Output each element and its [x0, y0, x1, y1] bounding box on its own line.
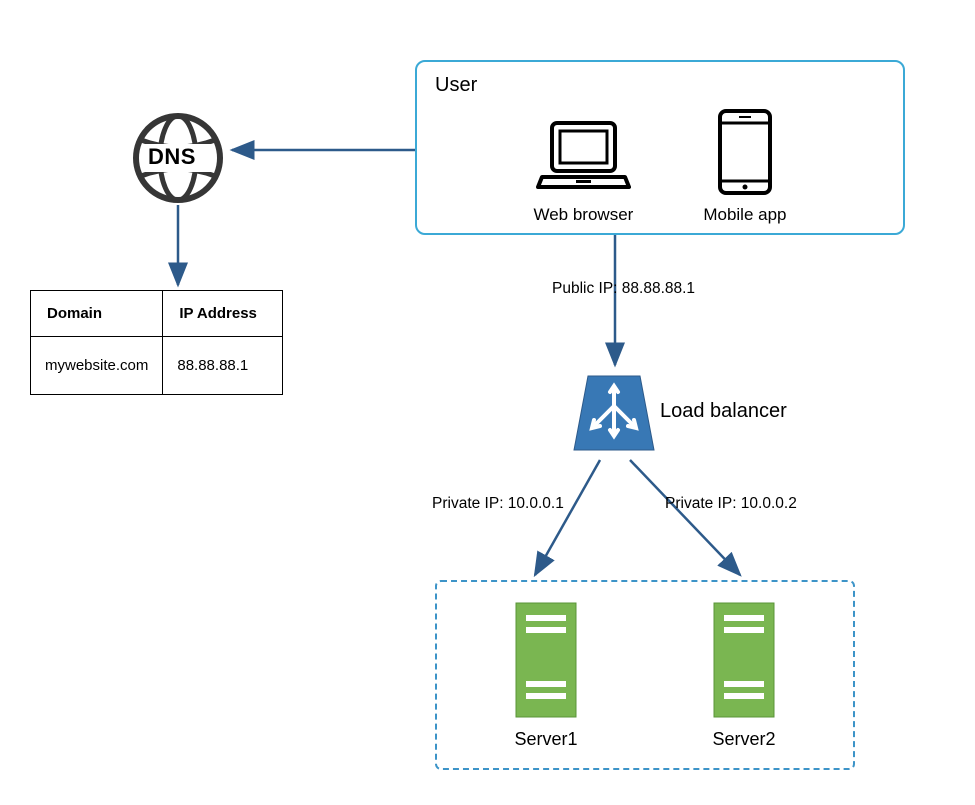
- table-row: mywebsite.com 88.88.88.1: [31, 337, 283, 395]
- server-1: Server1: [514, 601, 578, 750]
- user-title: User: [435, 74, 885, 97]
- private-ip-2-label: Private IP: 10.0.0.2: [665, 495, 797, 513]
- mobile-icon: [716, 107, 774, 197]
- load-balancer-node: [570, 370, 658, 461]
- user-group-box: User Web browser Mobile app: [415, 60, 905, 235]
- server-1-label: Server1: [514, 729, 577, 750]
- private-ip-1-label: Private IP: 10.0.0.1: [432, 495, 564, 513]
- web-browser-device: Web browser: [533, 119, 633, 225]
- load-balancer-label: Load balancer: [660, 400, 787, 423]
- dns-label: DNS: [148, 144, 196, 170]
- public-ip-label: Public IP: 88.88.88.1: [552, 280, 695, 298]
- laptop-icon: [536, 119, 631, 197]
- server-2-label: Server2: [712, 729, 775, 750]
- table-cell-domain: mywebsite.com: [31, 337, 163, 395]
- table-cell-ip: 88.88.88.1: [163, 337, 283, 395]
- table-header-ip: IP Address: [163, 291, 283, 337]
- dns-node: DNS: [130, 110, 226, 206]
- mobile-app-label: Mobile app: [703, 205, 786, 225]
- load-balancer-icon: [570, 370, 658, 456]
- table-header-domain: Domain: [31, 291, 163, 337]
- servers-group-box: Server1 Server2: [435, 580, 855, 770]
- server-2: Server2: [712, 601, 776, 750]
- mobile-app-device: Mobile app: [703, 107, 786, 225]
- web-browser-label: Web browser: [533, 205, 633, 225]
- dns-records-table: Domain IP Address mywebsite.com 88.88.88…: [30, 290, 283, 395]
- server-icon: [712, 601, 776, 719]
- server-icon: [514, 601, 578, 719]
